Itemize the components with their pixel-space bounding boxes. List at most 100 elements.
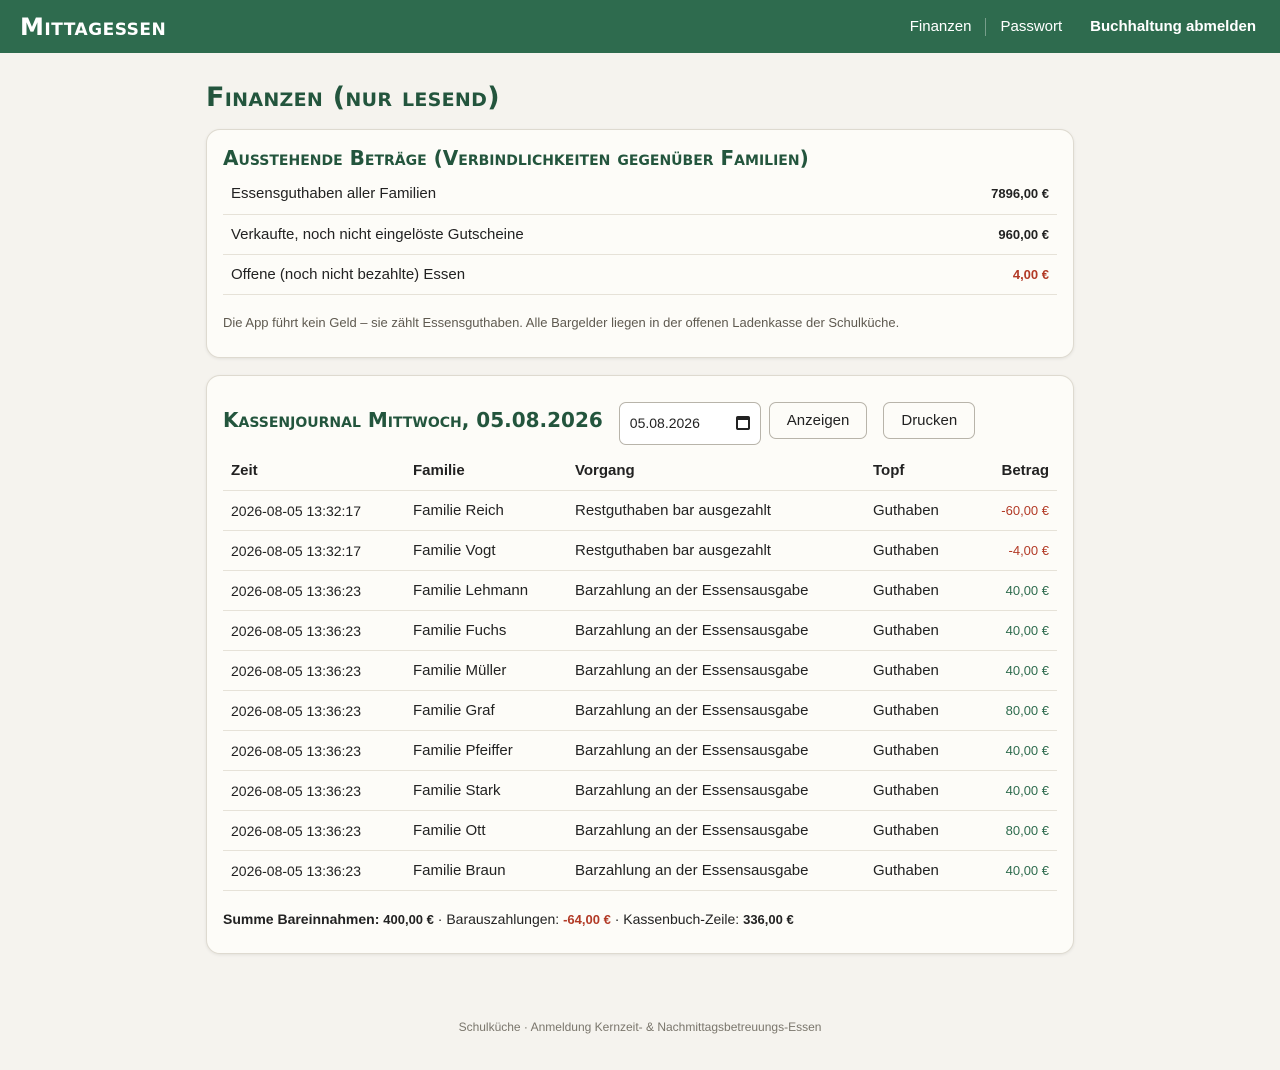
cell-pot: Guthaben [865, 610, 973, 651]
cell-amount: 40,00 € [972, 730, 1057, 771]
cell-time: 2026-08-05 13:32:17 [223, 490, 405, 531]
page-title: Finanzen (nur lesend) [206, 82, 500, 113]
cell-family: Familie Reich [405, 490, 567, 531]
cell-pot: Guthaben [865, 690, 973, 731]
table-row: 2026-08-05 13:32:17 Familie Vogt Restgutha… [223, 530, 1057, 571]
table-row: 2026-08-05 13:36:23 Familie Lehmann Barzah… [223, 570, 1057, 611]
outstanding-row: Verkaufte, noch nicht eingelöste Gutsche… [223, 214, 1057, 255]
outstanding-title: Ausstehende Beträge (Verbindlichkeiten g… [223, 146, 809, 170]
line-label: Kassenbuch-Zeile: [623, 911, 740, 927]
cell-time: 2026-08-05 13:36:23 [223, 570, 405, 611]
journal-table: Zeit Familie Vorgang Topf Betrag 2026-08… [223, 450, 1057, 891]
journal-totals: Summe Bareinnahmen: 400,00 € · Barauszah… [223, 911, 794, 927]
table-row: 2026-08-05 13:36:23 Familie Pfeiffer Barza… [223, 730, 1057, 771]
main-content: Finanzen (nur lesend) Ausstehende Beträg… [206, 53, 1074, 1034]
nav-finanzen-link[interactable]: Finanzen [896, 18, 986, 36]
table-row: 2026-08-05 13:32:17 Familie Reich Restguth… [223, 490, 1057, 531]
cell-family: Familie Braun [405, 850, 567, 891]
cell-pot: Guthaben [865, 810, 973, 851]
cell-action: Barzahlung an der Essensausgabe [567, 770, 865, 811]
line-value: 336,00 € [743, 912, 794, 927]
brand-logo[interactable]: Mittagessen [20, 13, 166, 41]
outstanding-amount: 7896,00 € [896, 174, 1057, 215]
cell-family: Familie Lehmann [405, 570, 567, 611]
journal-title: Kassenjournal Mittwoch, 05.08.2026 [223, 408, 603, 432]
cell-time: 2026-08-05 13:36:23 [223, 730, 405, 771]
outstanding-label: Offene (noch nicht bezahlte) Essen [223, 254, 896, 295]
cell-amount: 40,00 € [972, 850, 1057, 891]
table-row: 2026-08-05 13:36:23 Familie Müller Barzahl… [223, 650, 1057, 691]
cell-time: 2026-08-05 13:36:23 [223, 610, 405, 651]
table-row: 2026-08-05 13:36:23 Familie Braun Barzahlu… [223, 850, 1057, 891]
cell-family: Familie Stark [405, 770, 567, 811]
cell-action: Barzahlung an der Essensausgabe [567, 850, 865, 891]
cell-pot: Guthaben [865, 530, 973, 571]
outstanding-row: Essensguthaben aller Familien 7896,00 € [223, 174, 1057, 215]
cell-time: 2026-08-05 13:36:23 [223, 810, 405, 851]
table-row: 2026-08-05 13:36:23 Familie Graf Barzahlun… [223, 690, 1057, 731]
cell-family: Familie Pfeiffer [405, 730, 567, 771]
cell-pot: Guthaben [865, 770, 973, 811]
outstanding-table: Essensguthaben aller Familien 7896,00 € … [223, 174, 1057, 295]
outstanding-row: Offene (noch nicht bezahlte) Essen 4,00 … [223, 254, 1057, 295]
journal-date-input[interactable]: 05.08.2026 [618, 401, 761, 445]
cell-action: Restguthaben bar ausgezahlt [567, 530, 865, 571]
col-amount: Betrag [972, 450, 1057, 491]
outstanding-amount: 4,00 € [896, 254, 1057, 295]
journal-header-row: Zeit Familie Vorgang Topf Betrag [223, 450, 1057, 491]
top-bar: Mittagessen Finanzen Passwort Buchhaltun… [0, 0, 1280, 53]
cell-time: 2026-08-05 13:32:17 [223, 530, 405, 571]
col-action: Vorgang [567, 450, 865, 491]
payout-value: -64,00 € [563, 912, 611, 927]
cell-family: Familie Fuchs [405, 610, 567, 651]
table-row: 2026-08-05 13:36:23 Familie Ott Barzahlung… [223, 810, 1057, 851]
cell-time: 2026-08-05 13:36:23 [223, 690, 405, 731]
table-row: 2026-08-05 13:36:23 Familie Stark Barzahlu… [223, 770, 1057, 811]
payout-label: Barauszahlungen: [446, 911, 560, 927]
col-family: Familie [405, 450, 567, 491]
cell-time: 2026-08-05 13:36:23 [223, 770, 405, 811]
cell-family: Familie Ott [405, 810, 567, 851]
cell-amount: 40,00 € [972, 570, 1057, 611]
cell-pot: Guthaben [865, 730, 973, 771]
calendar-icon[interactable] [735, 416, 750, 430]
income-label: Summe Bareinnahmen: [223, 911, 380, 927]
cell-action: Barzahlung an der Essensausgabe [567, 610, 865, 651]
cell-pot: Guthaben [865, 850, 973, 891]
show-button[interactable]: Anzeigen [768, 401, 868, 439]
outstanding-label: Essensguthaben aller Familien [223, 174, 896, 215]
footer: Schulküche · Anmeldung Kernzeit- & Nachm… [458, 1020, 822, 1034]
journal-body: 2026-08-05 13:32:17 Familie Reich Restguth… [223, 490, 1057, 891]
cell-family: Familie Müller [405, 650, 567, 691]
cell-action: Restguthaben bar ausgezahlt [567, 490, 865, 531]
journal-header: Kassenjournal Mittwoch, 05.08.2026 05.08… [223, 396, 1057, 445]
cell-amount: 80,00 € [972, 810, 1057, 851]
cell-time: 2026-08-05 13:36:23 [223, 850, 405, 891]
cell-action: Barzahlung an der Essensausgabe [567, 730, 865, 771]
nav-passwort-link[interactable]: Passwort [985, 17, 1076, 36]
cell-amount: 40,00 € [972, 610, 1057, 651]
outstanding-card: Ausstehende Beträge (Verbindlichkeiten g… [206, 129, 1074, 358]
cell-pot: Guthaben [865, 570, 973, 611]
cell-amount: -60,00 € [972, 490, 1057, 531]
outstanding-label: Verkaufte, noch nicht eingelöste Gutsche… [223, 214, 896, 255]
cell-pot: Guthaben [865, 650, 973, 691]
cell-amount: 80,00 € [972, 690, 1057, 731]
print-button[interactable]: Drucken [883, 401, 976, 439]
table-row: 2026-08-05 13:36:23 Familie Fuchs Barzahlu… [223, 610, 1057, 651]
journal-date-value: 05.08.2026 [629, 415, 700, 431]
cell-action: Barzahlung an der Essensausgabe [567, 810, 865, 851]
outstanding-note: Die App führt kein Geld – sie zählt Esse… [223, 314, 900, 330]
col-time: Zeit [223, 450, 405, 491]
cell-amount: -4,00 € [972, 530, 1057, 571]
journal-card: Kassenjournal Mittwoch, 05.08.2026 05.08… [206, 374, 1074, 954]
cell-amount: 40,00 € [972, 650, 1057, 691]
cell-amount: 40,00 € [972, 770, 1057, 811]
cell-pot: Guthaben [865, 490, 973, 531]
cell-family: Familie Vogt [405, 530, 567, 571]
col-pot: Topf [865, 450, 973, 491]
main-nav: Finanzen Passwort Buchhaltung abmelden [896, 17, 1256, 36]
outstanding-amount: 960,00 € [896, 214, 1057, 255]
cell-time: 2026-08-05 13:36:23 [223, 650, 405, 691]
logout-link[interactable]: Buchhaltung abmelden [1076, 18, 1256, 36]
